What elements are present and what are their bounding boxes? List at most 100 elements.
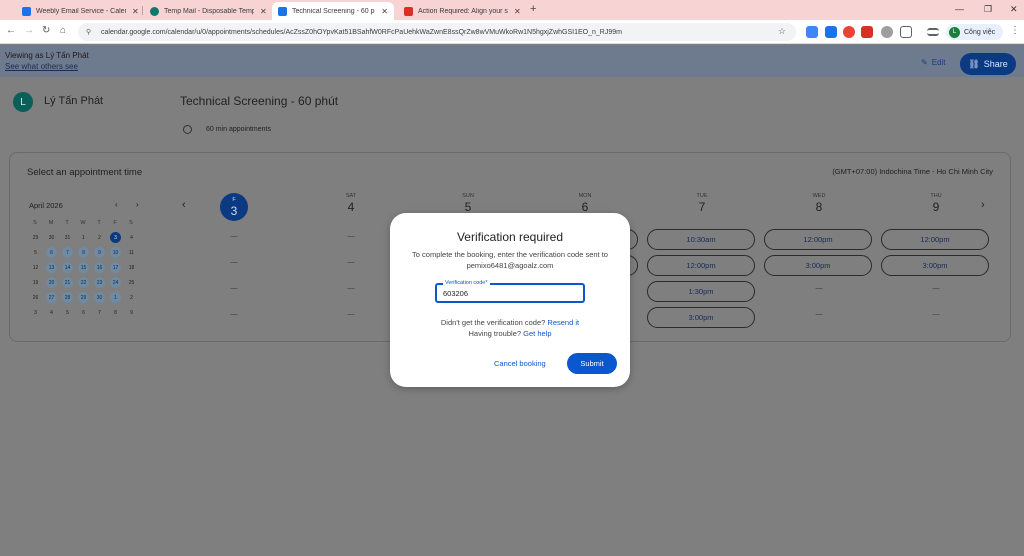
calendar-day[interactable]: 10 xyxy=(110,247,121,258)
calendar-day[interactable]: 5 xyxy=(30,247,41,258)
tab-technical-screening[interactable]: Technical Screening - 60 phút ✕ xyxy=(272,2,394,20)
calendar-day[interactable]: 26 xyxy=(30,292,41,303)
calendar-day[interactable]: 30 xyxy=(46,232,57,243)
calendar-day[interactable]: 8 xyxy=(78,247,89,258)
back-icon[interactable]: ← xyxy=(6,25,16,36)
site-info-icon[interactable]: ⚲ xyxy=(86,28,95,36)
calendar-day[interactable]: 12 xyxy=(30,262,41,273)
resend-link[interactable]: Resend it xyxy=(547,318,579,327)
event-title: Technical Screening - 60 phút xyxy=(180,94,339,108)
close-tab-icon[interactable]: ✕ xyxy=(381,7,388,16)
calendar-day[interactable]: 4 xyxy=(46,307,57,318)
prev-month-icon[interactable]: ‹ xyxy=(115,200,118,209)
calendar-day[interactable]: 1 xyxy=(110,292,121,303)
time-slot-button[interactable]: 12:00pm xyxy=(764,229,872,250)
calendar-day[interactable]: 2 xyxy=(126,292,137,303)
puzzle-extensions-icon[interactable] xyxy=(900,26,912,38)
next-week-icon[interactable]: › xyxy=(981,199,985,211)
calendar-day[interactable]: 7 xyxy=(94,307,105,318)
tab-weebly[interactable]: Weebly Email Service - Calendar ✕ xyxy=(16,2,145,20)
calendar-day[interactable]: 2 xyxy=(94,232,105,243)
calendar-day[interactable]: 18 xyxy=(126,262,137,273)
day-name: F xyxy=(232,196,236,203)
address-bar[interactable]: ⚲ calendar.google.com/calendar/u/0/appoi… xyxy=(78,23,796,41)
calendar-day[interactable]: 28 xyxy=(62,292,73,303)
calendar-day[interactable]: 4 xyxy=(126,232,137,243)
calendar-day[interactable]: 25 xyxy=(126,277,137,288)
time-slot-button[interactable]: 12:00pm xyxy=(647,255,755,276)
calendar-day[interactable]: 20 xyxy=(46,277,57,288)
calendar-day[interactable]: 6 xyxy=(46,247,57,258)
calendar-day[interactable]: 5 xyxy=(62,307,73,318)
calendar-day[interactable]: 27 xyxy=(46,292,57,303)
translate-extension-icon[interactable] xyxy=(806,26,818,38)
close-tab-icon[interactable]: ✕ xyxy=(132,7,139,16)
calendar-day[interactable]: 6 xyxy=(78,307,89,318)
calendar-day[interactable]: 30 xyxy=(94,292,105,303)
calendar-day[interactable]: 3 xyxy=(110,232,121,243)
calendar-day[interactable]: 13 xyxy=(46,262,57,273)
tab-search-icon[interactable] xyxy=(927,28,939,36)
time-slot-button[interactable]: 3:00pm xyxy=(881,255,989,276)
calendar-day[interactable]: 22 xyxy=(78,277,89,288)
cancel-booking-button[interactable]: Cancel booking xyxy=(494,359,546,368)
time-slot-button[interactable]: 10:30am xyxy=(647,229,755,250)
host-avatar: L xyxy=(13,92,33,112)
extension-icon[interactable] xyxy=(825,26,837,38)
time-slot-button[interactable]: 3:00pm xyxy=(764,255,872,276)
verification-code-field[interactable]: Verification code* xyxy=(435,280,585,303)
close-tab-icon[interactable]: ✕ xyxy=(514,7,521,16)
calendar-day[interactable]: 24 xyxy=(110,277,121,288)
home-icon[interactable]: ⌂ xyxy=(60,25,66,36)
calendar-day[interactable]: 9 xyxy=(126,307,137,318)
day-column-fri[interactable]: F 3 xyxy=(194,193,274,221)
calendar-day[interactable]: 31 xyxy=(62,232,73,243)
restore-icon[interactable]: ❐ xyxy=(984,4,992,15)
calendar-day[interactable]: 1 xyxy=(78,232,89,243)
calendar-day[interactable]: 9 xyxy=(94,247,105,258)
calendar-day[interactable]: 23 xyxy=(94,277,105,288)
browser-menu-icon[interactable]: ⋮ xyxy=(1010,25,1020,36)
bookmark-star-icon[interactable]: ☆ xyxy=(778,26,786,37)
calendar-day[interactable]: 14 xyxy=(62,262,73,273)
prev-week-icon[interactable]: ‹ xyxy=(182,199,186,211)
profile-chip[interactable]: L Công việc xyxy=(946,24,1004,40)
extension-icon[interactable] xyxy=(861,26,873,38)
close-tab-icon[interactable]: ✕ xyxy=(260,7,267,16)
see-others-link[interactable]: See what others see xyxy=(5,62,78,71)
share-button[interactable]: ⛓ Share xyxy=(960,53,1016,75)
day-name: THU xyxy=(930,193,942,199)
forward-icon[interactable]: → xyxy=(24,25,34,36)
edit-button[interactable]: ✎ Edit xyxy=(921,58,946,67)
reload-icon[interactable]: ↻ xyxy=(42,25,50,36)
extension-icon[interactable] xyxy=(843,26,855,38)
tab-temp-mail[interactable]: Temp Mail - Disposable Tempor ✕ xyxy=(144,2,273,20)
extension-icon[interactable] xyxy=(881,26,893,38)
no-slot-dash: — xyxy=(230,233,238,240)
calendar-day[interactable]: 21 xyxy=(62,277,73,288)
day-column-sat: SAT 4 xyxy=(311,193,391,214)
calendar-day[interactable]: 16 xyxy=(94,262,105,273)
calendar-day[interactable]: 19 xyxy=(30,277,41,288)
time-slot-button[interactable]: 12:00pm xyxy=(881,229,989,250)
calendar-day[interactable]: 17 xyxy=(110,262,121,273)
calendar-day[interactable]: 15 xyxy=(78,262,89,273)
get-help-link[interactable]: Get help xyxy=(523,329,551,338)
submit-button[interactable]: Submit xyxy=(567,353,617,374)
tab-action-required[interactable]: Action Required: Align your sch ✕ xyxy=(398,2,527,20)
minimize-icon[interactable]: — xyxy=(955,4,964,14)
calendar-day[interactable]: 3 xyxy=(30,307,41,318)
calendar-day[interactable]: 7 xyxy=(62,247,73,258)
calendar-day[interactable]: 8 xyxy=(110,307,121,318)
next-month-icon[interactable]: › xyxy=(136,200,139,209)
time-slot-button[interactable]: 3:00pm xyxy=(647,307,755,328)
calendar-day[interactable]: 29 xyxy=(78,292,89,303)
time-slot-button[interactable]: 1:30pm xyxy=(647,281,755,302)
close-window-icon[interactable]: ✕ xyxy=(1010,4,1018,15)
calendar-day[interactable]: 29 xyxy=(30,232,41,243)
verification-code-input[interactable] xyxy=(443,289,573,298)
calendar-day[interactable]: 11 xyxy=(126,247,137,258)
timezone-selector[interactable]: (GMT+07:00) Indochina Time - Ho Chi Minh… xyxy=(832,167,993,176)
no-slot-dash: — xyxy=(815,285,823,292)
new-tab-icon[interactable]: + xyxy=(530,3,536,15)
